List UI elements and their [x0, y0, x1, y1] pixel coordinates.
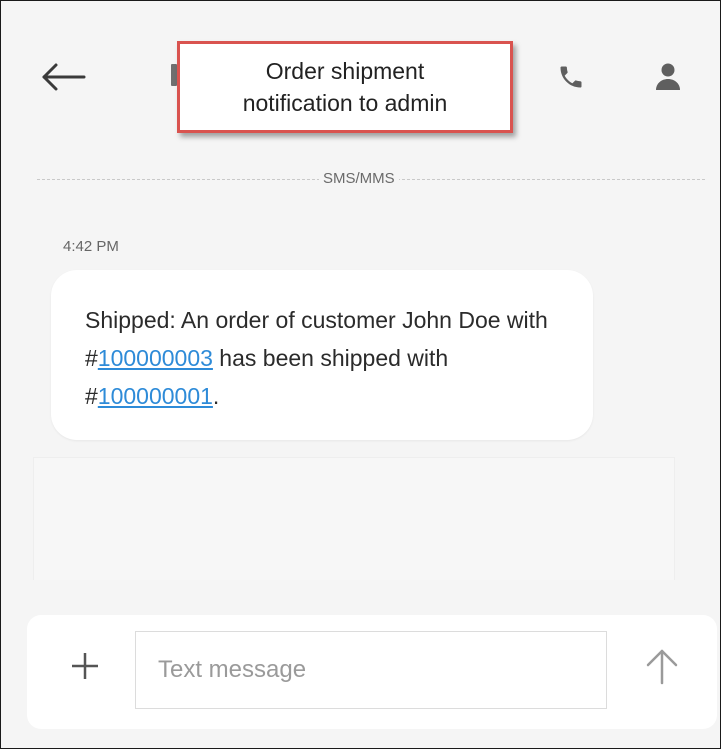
- annotation-line-1: Order shipment: [265, 58, 425, 84]
- order-number-link[interactable]: 100000003: [98, 345, 213, 371]
- send-button[interactable]: [639, 641, 685, 691]
- back-button[interactable]: [37, 53, 89, 101]
- plus-icon: [72, 653, 98, 679]
- shipment-number-link[interactable]: 100000001: [98, 383, 213, 409]
- arrow-left-icon: [42, 63, 86, 91]
- app-bar: Order shipment notification to admin: [1, 1, 720, 151]
- message-composer: [27, 615, 717, 729]
- arrow-up-icon: [646, 649, 678, 685]
- person-icon: [656, 63, 680, 90]
- call-button[interactable]: [549, 53, 593, 101]
- text-message-input[interactable]: [135, 631, 607, 709]
- phone-icon: [560, 66, 582, 88]
- channel-label: SMS/MMS: [319, 169, 399, 189]
- message-timestamp: 4:42 PM: [63, 238, 119, 255]
- annotation-line-2: notification to admin: [242, 90, 448, 116]
- add-attachment-button[interactable]: [63, 644, 107, 688]
- messaging-screen: Order shipment notification to admin SMS…: [0, 0, 721, 749]
- contact-button[interactable]: [646, 53, 690, 101]
- message-bubble: Shipped: An order of customer John Doe w…: [51, 270, 593, 440]
- annotation-callout: Order shipment notification to admin: [177, 41, 513, 133]
- message-text-part-3: .: [212, 383, 220, 409]
- empty-preview-area: [33, 457, 675, 580]
